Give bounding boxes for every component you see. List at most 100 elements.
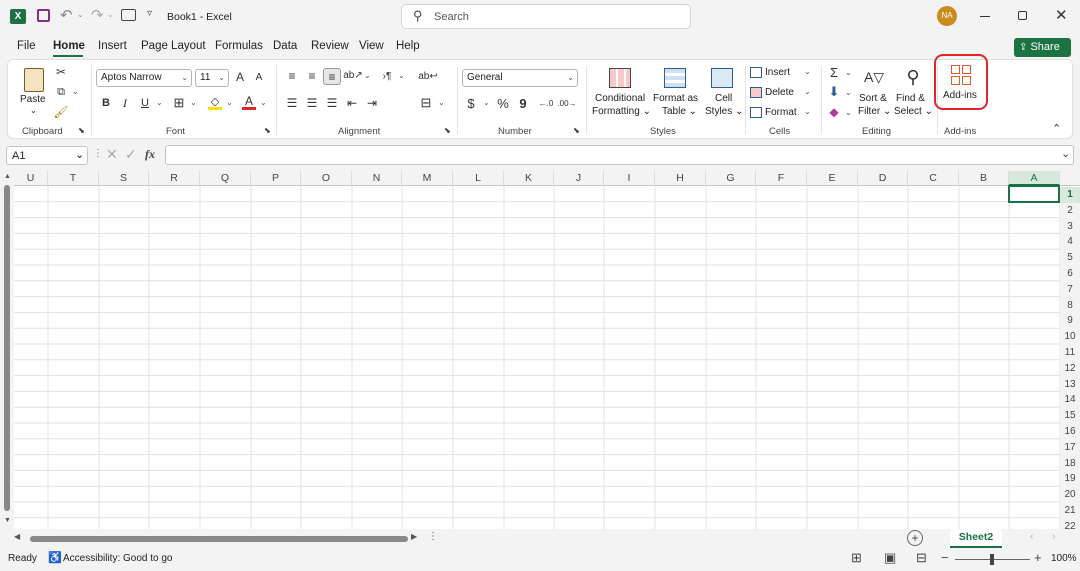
- row-header-16[interactable]: 16: [1060, 424, 1080, 440]
- column-header-g[interactable]: G: [706, 171, 756, 186]
- font-color-icon[interactable]: A: [242, 94, 256, 110]
- expand-formula-icon[interactable]: ⌄: [1061, 147, 1070, 160]
- text-direction-icon[interactable]: ›¶: [380, 69, 394, 83]
- worksheet-grid[interactable]: UTSRQPONMLKJIHGFEDCBA 1 2 3 4 5 6 7 8 9 10 11 12 13 1…: [0, 171, 1080, 529]
- column-header-l[interactable]: L: [453, 171, 504, 186]
- tab-bar-split-icon[interactable]: ⋮: [428, 531, 438, 542]
- autosum-icon[interactable]: Σ: [827, 65, 841, 80]
- format-painter-icon[interactable]: 🖌: [53, 105, 68, 119]
- conditional-formatting-button[interactable]: Conditional Formatting ⌄: [592, 66, 651, 122]
- row-header-9[interactable]: 9: [1060, 313, 1080, 330]
- number-launcher-icon[interactable]: ⬊: [573, 126, 580, 135]
- column-header-e[interactable]: E: [807, 171, 858, 186]
- shrink-font-icon[interactable]: A: [253, 71, 265, 83]
- accessibility-icon[interactable]: ♿: [48, 551, 62, 564]
- user-avatar[interactable]: NA: [937, 6, 957, 26]
- horizontal-scroll-thumb[interactable]: [30, 536, 408, 542]
- tab-insert[interactable]: Insert: [98, 40, 127, 52]
- text-direction-dropdown-icon[interactable]: ⌄: [398, 71, 405, 80]
- format-as-table-button[interactable]: Format as Table ⌄: [651, 66, 699, 122]
- column-header-m[interactable]: M: [402, 171, 453, 186]
- sheet-nav-next-icon[interactable]: ›: [1052, 531, 1055, 542]
- clear-dropdown-icon[interactable]: ⌄: [845, 108, 852, 117]
- zoom-out-icon[interactable]: −: [941, 550, 949, 565]
- collapse-ribbon-icon[interactable]: ⌃: [1052, 122, 1061, 135]
- row-header-6[interactable]: 6: [1060, 266, 1080, 282]
- restore-icon[interactable]: [1018, 11, 1027, 20]
- align-right-icon[interactable]: ☰: [325, 96, 339, 110]
- row-header-8[interactable]: 8: [1060, 297, 1080, 314]
- print-preview-icon[interactable]: [121, 9, 136, 21]
- borders-icon[interactable]: ⊞: [172, 95, 186, 110]
- column-header-t[interactable]: T: [48, 171, 99, 186]
- row-header-21[interactable]: 21: [1060, 503, 1080, 519]
- align-bottom-icon[interactable]: ≡: [323, 68, 341, 85]
- name-box[interactable]: A1 ⌄: [6, 146, 88, 165]
- column-header-k[interactable]: K: [504, 171, 554, 186]
- row-header-18[interactable]: 18: [1060, 455, 1080, 472]
- row-header-17[interactable]: 17: [1060, 439, 1080, 456]
- decrease-indent-icon[interactable]: ⇤: [345, 96, 359, 110]
- column-header-s[interactable]: S: [99, 171, 149, 186]
- fill-dropdown-icon[interactable]: ⌄: [845, 88, 852, 97]
- new-sheet-button[interactable]: +: [907, 530, 923, 546]
- currency-icon[interactable]: $: [465, 95, 477, 111]
- italic-button[interactable]: I: [118, 96, 132, 110]
- column-header-c[interactable]: C: [908, 171, 959, 186]
- sort-filter-button[interactable]: A▽ Sort & Filter ⌄: [857, 66, 891, 122]
- column-header-o[interactable]: O: [301, 171, 352, 186]
- orientation-icon[interactable]: ab↗: [343, 68, 363, 82]
- page-layout-view-icon[interactable]: ▣: [884, 550, 896, 566]
- fill-icon[interactable]: ⬇: [827, 84, 841, 99]
- enter-formula-icon[interactable]: ✓: [125, 146, 137, 163]
- active-cell[interactable]: [1008, 185, 1060, 203]
- close-icon[interactable]: ✕: [1055, 6, 1068, 24]
- row-header-12[interactable]: 12: [1060, 360, 1080, 377]
- row-header-22[interactable]: 22: [1060, 518, 1080, 529]
- paste-button[interactable]: Paste ⌄: [20, 66, 48, 115]
- font-size-combo[interactable]: 11 ⌄: [195, 69, 229, 87]
- find-select-button[interactable]: ⚲ Find & Select ⌄: [893, 66, 933, 122]
- minimize-icon[interactable]: [980, 16, 990, 17]
- redo-icon[interactable]: ↷: [91, 6, 104, 24]
- column-header-n[interactable]: N: [352, 171, 402, 186]
- align-left-icon[interactable]: ☰: [285, 96, 299, 110]
- row-header-1[interactable]: 1: [1060, 187, 1080, 203]
- align-center-icon[interactable]: ☰: [305, 96, 319, 110]
- orientation-dropdown-icon[interactable]: ⌄: [364, 71, 371, 80]
- redo-dropdown-icon[interactable]: ⌄: [107, 10, 114, 19]
- underline-button[interactable]: U: [138, 96, 152, 110]
- column-header-r[interactable]: R: [149, 171, 200, 186]
- wrap-text-icon[interactable]: ab↩: [418, 69, 438, 83]
- underline-dropdown-icon[interactable]: ⌄: [156, 98, 163, 107]
- tab-help[interactable]: Help: [396, 40, 420, 52]
- font-name-combo[interactable]: Aptos Narrow ⌄: [96, 69, 192, 87]
- font-color-dropdown-icon[interactable]: ⌄: [260, 98, 267, 107]
- number-format-combo[interactable]: General ⌄: [462, 69, 578, 87]
- tab-home[interactable]: Home: [53, 40, 85, 52]
- clear-icon[interactable]: ◆: [827, 105, 841, 119]
- row-header-20[interactable]: 20: [1060, 487, 1080, 503]
- insert-cells-button[interactable]: Insert ⌄: [750, 66, 811, 82]
- row-header-10[interactable]: 10: [1060, 329, 1080, 345]
- font-launcher-icon[interactable]: ⬊: [264, 126, 271, 135]
- vertical-scrollbar[interactable]: ▲ ▼: [0, 171, 14, 529]
- row-header-19[interactable]: 19: [1060, 471, 1080, 488]
- cancel-formula-icon[interactable]: ✕: [106, 146, 118, 163]
- zoom-in-icon[interactable]: +: [1034, 550, 1042, 565]
- formula-input[interactable]: [165, 145, 1074, 165]
- autosum-dropdown-icon[interactable]: ⌄: [845, 68, 852, 77]
- tab-review[interactable]: Review: [311, 40, 349, 52]
- column-header-h[interactable]: H: [655, 171, 706, 186]
- undo-dropdown-icon[interactable]: ⌄: [77, 10, 84, 19]
- grow-font-icon[interactable]: A: [233, 70, 247, 84]
- scroll-right-icon[interactable]: ▶: [411, 532, 417, 541]
- column-header-d[interactable]: D: [858, 171, 908, 186]
- format-cells-button[interactable]: Format ⌄: [750, 106, 812, 122]
- tab-formulas[interactable]: Formulas: [215, 40, 263, 52]
- sheet-nav-prev-icon[interactable]: ‹: [1030, 531, 1033, 542]
- row-header-7[interactable]: 7: [1060, 281, 1080, 298]
- row-header-2[interactable]: 2: [1060, 202, 1080, 219]
- accessibility-status[interactable]: Accessibility: Good to go: [63, 553, 173, 564]
- vertical-scroll-thumb[interactable]: [4, 185, 10, 511]
